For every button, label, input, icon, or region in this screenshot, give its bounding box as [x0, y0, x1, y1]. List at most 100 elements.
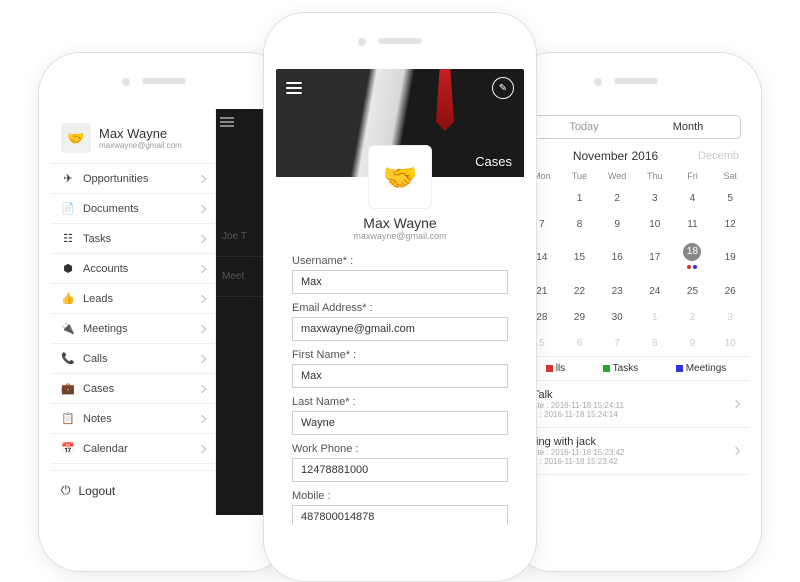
firstname-input[interactable]	[292, 364, 508, 388]
profile-email: maxwayne@gmail.com	[99, 141, 182, 150]
green-square-icon	[603, 365, 610, 372]
chevron-right-icon	[198, 174, 206, 182]
menu-icon: ✈	[61, 172, 75, 185]
logout-row[interactable]: ⏻ Logout	[51, 470, 215, 510]
calendar-day[interactable]: 10	[711, 330, 749, 356]
menu-icon: 📋	[61, 412, 75, 425]
speaker-slot	[142, 78, 186, 84]
left-screen: 🤝 Max Wayne maxwayne@gmail.com ✈Opportun…	[51, 109, 277, 515]
calendar-day[interactable]: 22	[561, 278, 599, 304]
next-month[interactable]: Decemb	[698, 150, 739, 162]
calendar-day[interactable]: 2	[598, 185, 636, 211]
calendar-day[interactable]: 16	[598, 237, 636, 278]
sidebar-item-accounts[interactable]: ⬢Accounts	[51, 254, 215, 284]
calendar-day[interactable]: 9	[598, 211, 636, 237]
weekday-header: Fri	[674, 167, 712, 185]
event-row[interactable]: Talkate : 2016-11-18 15:24:11e : 2016-11…	[523, 381, 749, 428]
sidebar-item-tasks[interactable]: ☷Tasks	[51, 224, 215, 254]
calendar-day[interactable]: 17	[636, 237, 674, 278]
chevron-right-icon	[198, 264, 206, 272]
legend-calls: lls	[556, 363, 565, 374]
menu-icon: 📄	[61, 202, 75, 215]
red-square-icon	[546, 365, 553, 372]
month-nav: November 2016 Decemb	[523, 145, 749, 167]
menu-icon: 📞	[61, 352, 75, 365]
menu-icon: ☷	[61, 232, 75, 245]
sidebar-item-leads[interactable]: 👍Leads	[51, 284, 215, 314]
lastname-input[interactable]	[292, 411, 508, 435]
calendar-day[interactable]: 23	[598, 278, 636, 304]
event-time: ate : 2016-11-18 15:23:42	[533, 448, 739, 457]
workphone-input[interactable]	[292, 458, 508, 482]
blue-square-icon	[676, 365, 683, 372]
menu-label: Calendar	[83, 443, 128, 455]
handshake-icon: 🤝	[61, 123, 91, 153]
calendar-day[interactable]: 8	[636, 330, 674, 356]
sidebar-item-calls[interactable]: 📞 Calls	[51, 344, 215, 374]
menu-label: Accounts	[83, 263, 128, 275]
chevron-right-icon	[198, 324, 206, 332]
weekday-header: Thu	[636, 167, 674, 185]
calendar-day[interactable]: 2	[674, 304, 712, 330]
chevron-right-icon	[198, 384, 206, 392]
calendar-day[interactable]: 1	[636, 304, 674, 330]
handshake-icon: 🤝	[368, 145, 432, 209]
weekday-header: Sat	[711, 167, 749, 185]
sidebar-item-documents[interactable]: 📄Documents	[51, 194, 215, 224]
calendar-day[interactable]: 18	[674, 237, 712, 278]
calendar-day[interactable]: 7	[598, 330, 636, 356]
calendar-day[interactable]: 25	[674, 278, 712, 304]
username-input[interactable]	[292, 270, 508, 294]
calendar-day[interactable]: 30	[598, 304, 636, 330]
pencil-icon: ✎	[499, 83, 507, 94]
sidebar-item-notes[interactable]: 📋Notes	[51, 404, 215, 434]
chevron-right-icon	[198, 234, 206, 242]
calendar-day[interactable]: 3	[711, 304, 749, 330]
edit-button[interactable]: ✎	[492, 77, 514, 99]
camera-dot	[358, 38, 366, 46]
calendar-day[interactable]: 26	[711, 278, 749, 304]
drawer-profile[interactable]: 🤝 Max Wayne maxwayne@gmail.com	[51, 109, 215, 164]
sidebar-item-calendar[interactable]: 📅Calendar	[51, 434, 215, 464]
phone-left-frame: 🤝 Max Wayne maxwayne@gmail.com ✈Opportun…	[38, 52, 290, 572]
right-screen: Today Month November 2016 Decemb MonTueW…	[523, 109, 749, 515]
speaker-slot	[378, 38, 422, 44]
calendar-day[interactable]: 19	[711, 237, 749, 278]
calendar-day[interactable]: 5	[711, 185, 749, 211]
calendar-day[interactable]: 15	[561, 237, 599, 278]
calendar-day[interactable]: 9	[674, 330, 712, 356]
calendar-day[interactable]: 3	[636, 185, 674, 211]
username-label: Username* :	[292, 255, 508, 267]
calendar-day[interactable]: 8	[561, 211, 599, 237]
menu-label: Cases	[83, 383, 114, 395]
sidebar-item-cases[interactable]: 💼Cases	[51, 374, 215, 404]
weekday-header: Tue	[561, 167, 599, 185]
mobile-input[interactable]	[292, 505, 508, 525]
segmented-control[interactable]: Today Month	[531, 115, 741, 139]
logout-label: Logout	[79, 484, 116, 498]
calendar-day[interactable]: 24	[636, 278, 674, 304]
email-label: Email Address* :	[292, 302, 508, 314]
hamburger-icon[interactable]	[220, 115, 234, 129]
calendar-day[interactable]: 12	[711, 211, 749, 237]
calendar-day[interactable]: 6	[561, 330, 599, 356]
calendar-day[interactable]: 11	[674, 211, 712, 237]
sidebar-item-meetings[interactable]: 🔌Meetings	[51, 314, 215, 344]
calendar-day[interactable]: 4	[674, 185, 712, 211]
phone-right-frame: Today Month November 2016 Decemb MonTueW…	[510, 52, 762, 572]
menu-label: Calls	[83, 353, 107, 365]
profile-email: maxwayne@gmail.com	[276, 231, 524, 241]
seg-today[interactable]: Today	[532, 116, 636, 138]
seg-month[interactable]: Month	[636, 116, 740, 138]
event-time: ate : 2016-11-18 15:24:11	[533, 401, 739, 410]
calendar-grid: MonTueWedThuFriSat 123457891011121415161…	[523, 167, 749, 356]
calendar-day[interactable]: 29	[561, 304, 599, 330]
legend-tasks: Tasks	[613, 363, 639, 374]
hamburger-icon[interactable]	[286, 79, 302, 97]
sidebar-item-opportunities[interactable]: ✈Opportunities	[51, 164, 215, 194]
calendar-day[interactable]: 1	[561, 185, 599, 211]
camera-dot	[594, 78, 602, 86]
event-row[interactable]: ting with jackate : 2016-11-18 15:23:42e…	[523, 428, 749, 475]
calendar-day[interactable]: 10	[636, 211, 674, 237]
email-input[interactable]	[292, 317, 508, 341]
